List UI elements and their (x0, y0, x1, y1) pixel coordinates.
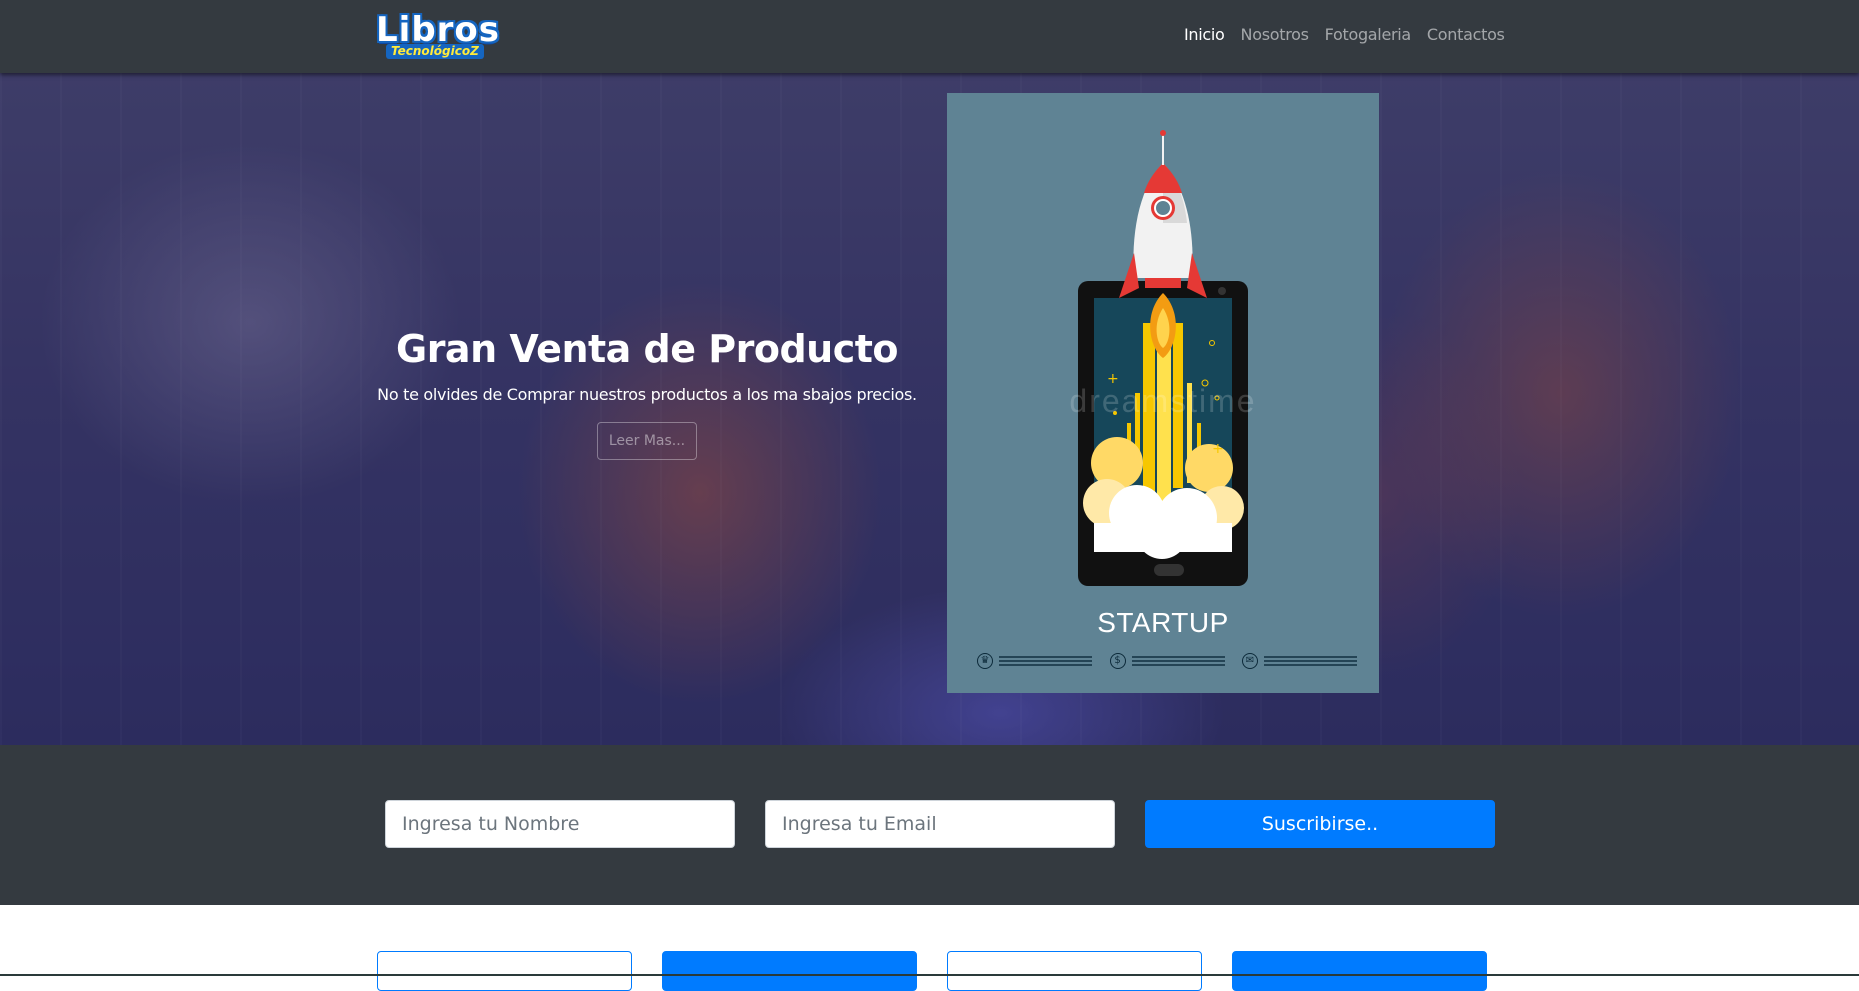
poster-footer: ♛ $ ✉ (977, 653, 1357, 669)
brand-logo[interactable]: Libros TecnológicoZ (376, 10, 499, 60)
svg-text:+: + (1212, 441, 1224, 457)
email-input[interactable] (765, 800, 1115, 848)
card-button-1[interactable] (377, 951, 632, 991)
main-nav: Inicio Nosotros Fotogaleria Contactos (1176, 24, 1513, 46)
hero-overlay (0, 73, 1859, 745)
poster-footer-item: ✉ (1242, 653, 1357, 669)
mail-icon: ✉ (1242, 653, 1258, 669)
read-more-button[interactable]: Leer Mas... (597, 422, 697, 460)
nav-link-nosotros[interactable]: Nosotros (1233, 24, 1317, 46)
poster-title: STARTUP (1097, 607, 1229, 638)
dollar-icon: $ (1109, 653, 1126, 669)
cards-section (0, 905, 1859, 991)
poster-footer-item: ♛ (977, 653, 1092, 669)
startup-poster-image: + + dreamstime STARTUP ♛ $ ✉ (947, 93, 1379, 693)
crown-icon: ♛ (977, 653, 993, 669)
card-button-4[interactable] (1232, 951, 1487, 991)
poster-footer-item: $ (1109, 653, 1225, 669)
subscribe-button[interactable]: Suscribirse.. (1145, 800, 1495, 848)
navbar: Libros TecnológicoZ Inicio Nosotros Foto… (0, 0, 1859, 73)
card-button-3[interactable] (947, 951, 1202, 991)
nav-link-fotogaleria[interactable]: Fotogaleria (1317, 24, 1419, 46)
card-button-2[interactable] (662, 951, 917, 991)
nav-link-inicio[interactable]: Inicio (1176, 24, 1233, 46)
hero-title: Gran Venta de Producto (396, 327, 899, 371)
hero-description: No te olvides de Comprar nuestros produc… (377, 385, 917, 404)
logo-sub-text: TecnológicoZ (386, 44, 484, 59)
poster-watermark: dreamstime (1069, 383, 1257, 419)
nav-link-contactos[interactable]: Contactos (1419, 24, 1513, 46)
subscribe-section: Suscribirse.. (0, 745, 1859, 905)
hero-section: Gran Venta de Producto No te olvides de … (0, 73, 1859, 745)
name-input[interactable] (385, 800, 735, 848)
